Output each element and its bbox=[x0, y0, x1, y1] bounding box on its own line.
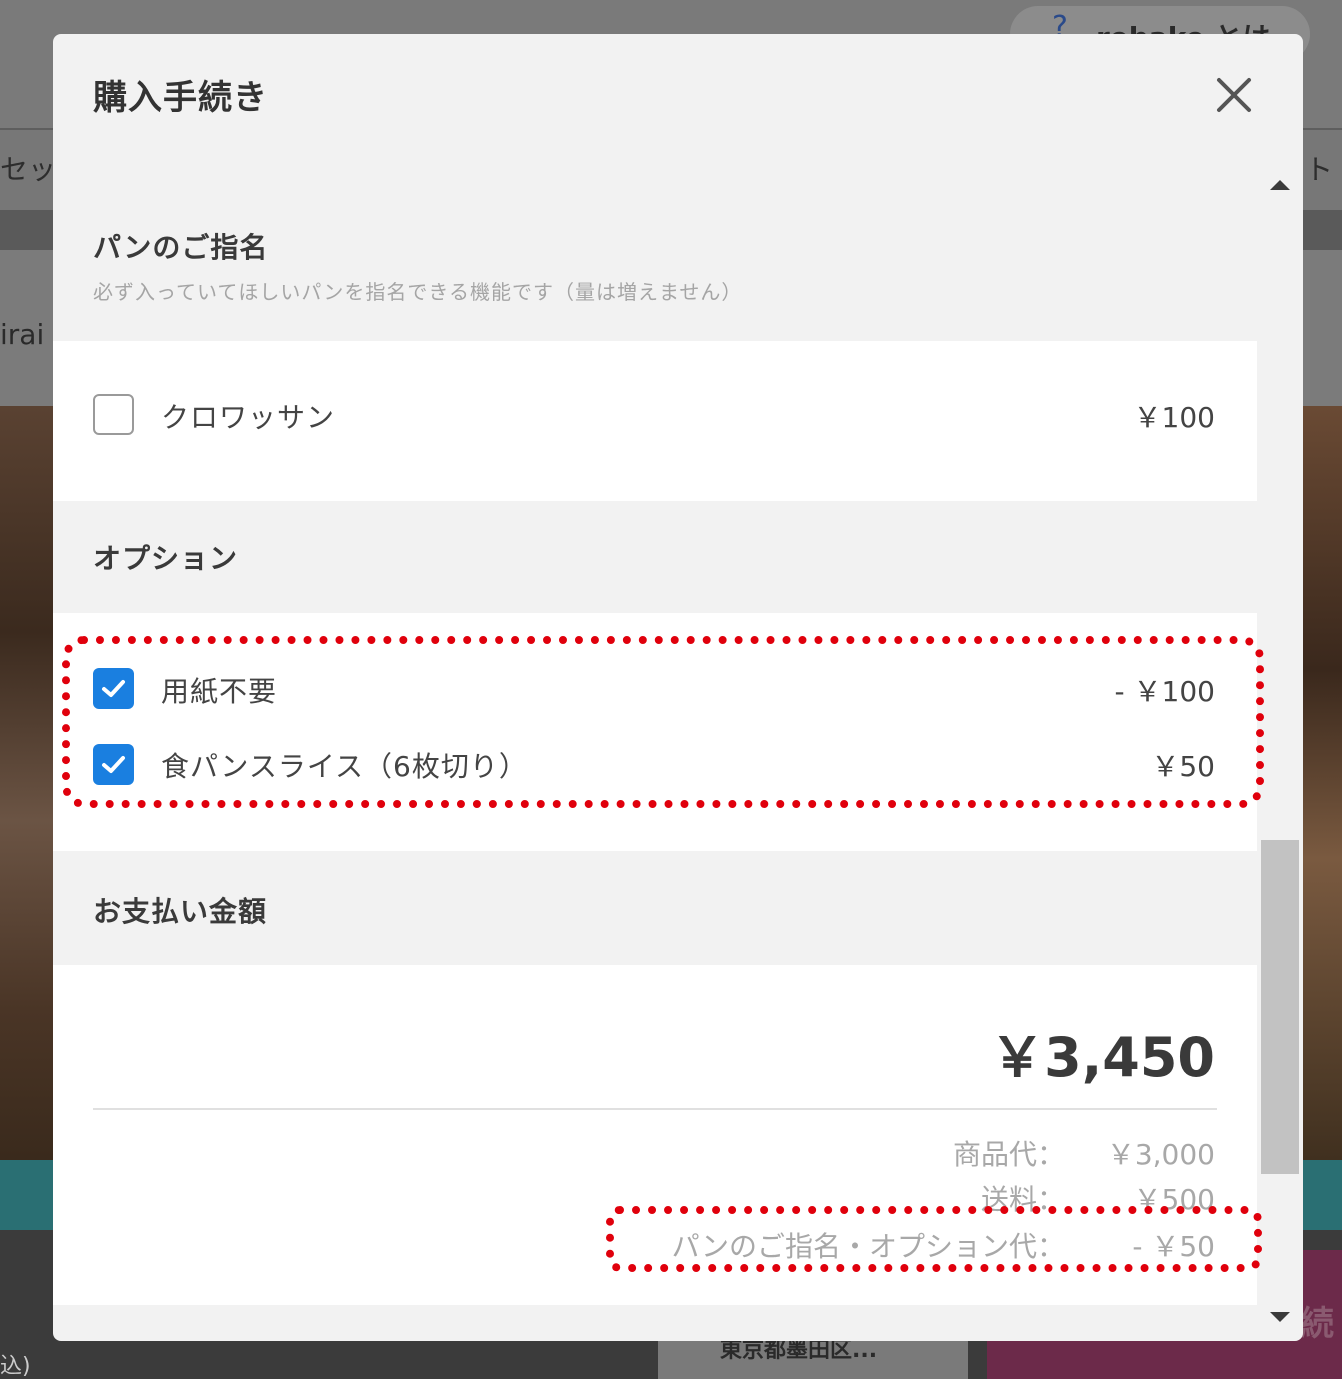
no-paper-label[interactable]: 用紙不要 bbox=[161, 670, 277, 710]
options-heading: オプション bbox=[93, 542, 239, 575]
bread-slice-price: ￥50 bbox=[1151, 750, 1215, 783]
close-button[interactable] bbox=[1211, 72, 1257, 118]
purchase-modal: 購入手続き パンのご指名 必ず入っていてほしいパンを指名できる機能です（量は増え… bbox=[53, 34, 1303, 1341]
breakdown-options-value: - ￥50 bbox=[1132, 1230, 1215, 1263]
croissant-price: ￥100 bbox=[1133, 401, 1215, 434]
payment-heading: お支払い金額 bbox=[93, 895, 268, 928]
breakdown-row-items: 商品代： ￥3,000 bbox=[953, 1133, 1215, 1173]
breakdown-shipping-value: ￥500 bbox=[1133, 1183, 1215, 1216]
breakdown-items-value: ￥3,000 bbox=[1106, 1138, 1215, 1171]
breakdown-row-options: パンのご指名・オプション代： - ￥50 bbox=[672, 1225, 1215, 1265]
background-nav-right: ト bbox=[1305, 153, 1334, 186]
no-paper-checkbox[interactable] bbox=[93, 668, 134, 709]
croissant-label[interactable]: クロワッサン bbox=[161, 396, 335, 436]
scroll-up-arrow-icon[interactable] bbox=[1270, 180, 1290, 190]
scroll-down-arrow-icon[interactable] bbox=[1270, 1312, 1290, 1322]
total-amount: ￥3,450 bbox=[990, 1026, 1215, 1089]
background-action-label: 続 bbox=[1300, 1304, 1334, 1344]
croissant-checkbox[interactable] bbox=[93, 394, 134, 435]
options-card: 用紙不要 - ￥100 食パンスライス（6枚切り） ￥50 bbox=[53, 613, 1257, 851]
no-paper-price: - ￥100 bbox=[1114, 675, 1215, 708]
total-divider bbox=[93, 1108, 1217, 1110]
check-icon bbox=[102, 680, 125, 697]
background-side-text: irai bbox=[0, 318, 45, 351]
check-icon bbox=[102, 756, 125, 773]
payment-card: ￥3,450 商品代： ￥3,000 送料： ￥500 パンのご指名・オプション代：… bbox=[53, 965, 1257, 1305]
designation-card: クロワッサン ￥100 bbox=[53, 341, 1257, 501]
breakdown-items-label: 商品代： bbox=[952, 1138, 1065, 1171]
background-bread-photo bbox=[0, 406, 60, 1160]
scrollbar-thumb[interactable] bbox=[1261, 840, 1299, 1174]
breakdown-shipping-label: 送料： bbox=[980, 1183, 1065, 1216]
bread-slice-checkbox[interactable] bbox=[93, 744, 134, 785]
modal-scroll-content[interactable]: パンのご指名 必ず入っていてほしいパンを指名できる機能です（量は増えません） ク… bbox=[53, 164, 1257, 1341]
background-bread-photo-right bbox=[1300, 406, 1342, 1160]
close-icon bbox=[1217, 78, 1251, 112]
background-price-note: 込) bbox=[0, 1354, 31, 1379]
designation-heading: パンのご指名 bbox=[93, 231, 269, 264]
breakdown-row-shipping: 送料： ￥500 bbox=[981, 1178, 1215, 1218]
designation-subtitle: 必ず入っていてほしいパンを指名できる機能です（量は増えません） bbox=[93, 280, 743, 304]
modal-title: 購入手続き bbox=[93, 78, 268, 118]
breakdown-options-label: パンのご指名・オプション代： bbox=[671, 1230, 1065, 1263]
bread-slice-label[interactable]: 食パンスライス（6枚切り） bbox=[161, 745, 528, 785]
background-nav-left: セッ bbox=[0, 153, 57, 186]
